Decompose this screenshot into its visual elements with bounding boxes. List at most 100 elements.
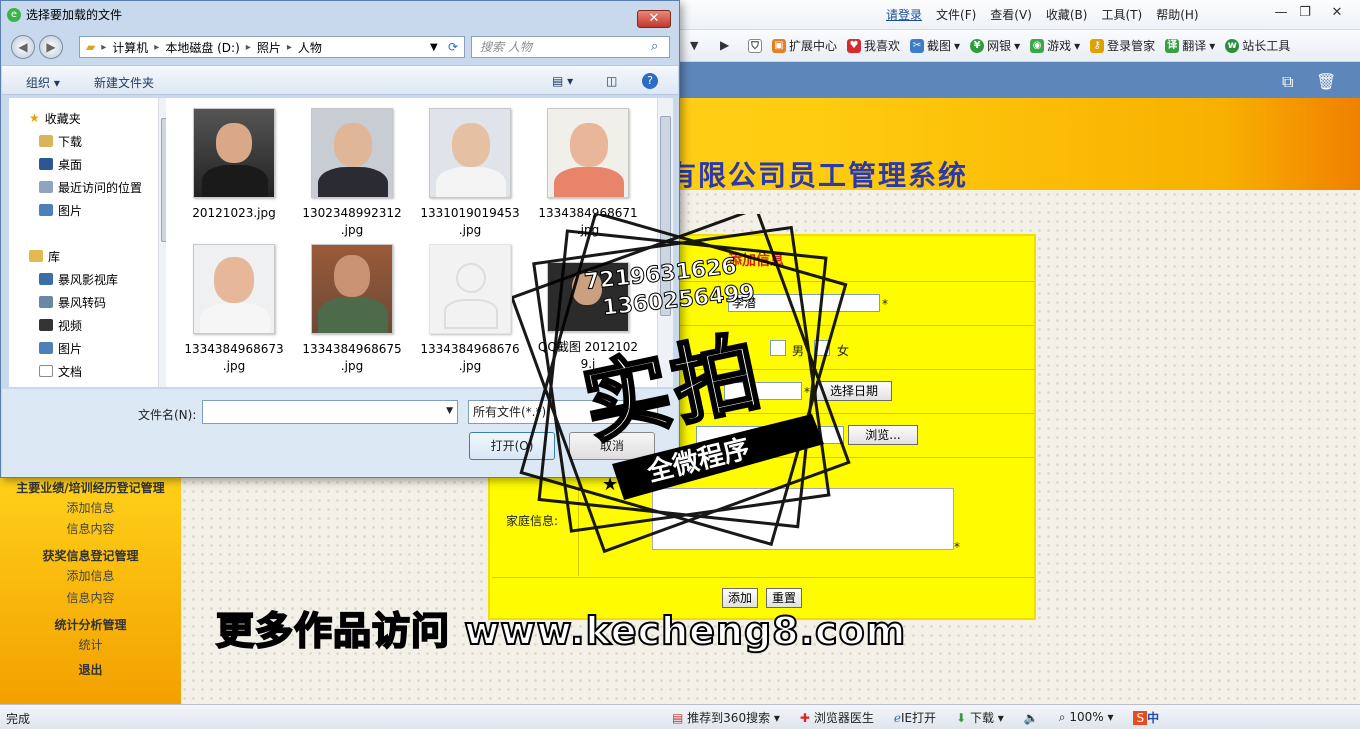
- search-input[interactable]: 搜索 人物: [471, 36, 670, 58]
- new-folder-button[interactable]: 新建文件夹: [94, 74, 154, 91]
- file-type-select[interactable]: 所有文件(*.*): [468, 400, 658, 424]
- zoom-icon: ⌕: [1058, 710, 1066, 724]
- recommend-360-button[interactable]: ▤ 推荐到360搜索 ▾: [672, 709, 780, 726]
- photo-thumbnail: [547, 108, 629, 198]
- breadcrumb-computer[interactable]: 计算机: [112, 39, 148, 56]
- recent-places-icon: [39, 181, 53, 193]
- breadcrumb-people[interactable]: 人物: [298, 39, 322, 56]
- browser-doctor-button[interactable]: ✚ 浏览器医生: [800, 709, 874, 726]
- dialog-close-button[interactable]: ✕: [637, 10, 671, 28]
- file-item[interactable]: 1331019019453 .jpg: [415, 108, 525, 239]
- preview-pane-icon[interactable]: ◫: [606, 74, 617, 88]
- forward-icon[interactable]: ▶: [39, 35, 63, 59]
- maximize-icon[interactable]: ❐: [1292, 4, 1318, 22]
- chevron-down-icon[interactable]: ▼: [446, 406, 453, 416]
- view-options-icon[interactable]: ▤ ▾: [552, 74, 573, 88]
- nav-favorites[interactable]: ★ 收藏夹: [29, 108, 179, 128]
- download-button[interactable]: ⬇ 下载 ▾: [956, 709, 1004, 726]
- key-icon: ⚷: [1090, 38, 1105, 53]
- sidebar-item-add-info[interactable]: 添加信息: [0, 499, 181, 516]
- dialog-title: 选择要加载的文件: [26, 8, 123, 22]
- download-folder-icon: [39, 135, 53, 147]
- sidebar-section-awards: 获奖信息登记管理: [42, 549, 139, 563]
- refresh-icon[interactable]: ⟳: [448, 40, 458, 54]
- file-item[interactable]: 1334384968671 .jpg: [533, 108, 643, 239]
- ie-icon: ℯ: [893, 711, 901, 725]
- document-icon: [39, 365, 53, 377]
- close-icon[interactable]: ✕: [1324, 4, 1350, 22]
- filename-input[interactable]: ▼: [202, 400, 458, 424]
- dialog-command-bar: 组织 ▾ 新建文件夹 ▤ ▾ ◫ ?: [2, 65, 678, 95]
- back-icon[interactable]: ◀: [11, 35, 35, 59]
- sidebar-item-info-content[interactable]: 信息内容: [0, 520, 181, 537]
- toolbar-login-manager[interactable]: ⚷ 登录管家: [1090, 37, 1155, 54]
- menu-help[interactable]: 帮助(H): [1156, 6, 1198, 23]
- shield-icon[interactable]: ⛉: [748, 38, 762, 53]
- ie-open-button[interactable]: ℯIE打开: [894, 709, 936, 726]
- toolbar-screenshot[interactable]: ✂ 截图 ▾: [910, 37, 960, 54]
- file-item[interactable]: 1334384968673 .jpg: [179, 244, 289, 375]
- video-icon: [39, 319, 53, 331]
- chevron-down-icon[interactable]: ▼: [430, 42, 438, 53]
- toolbar-extension-center[interactable]: ▣ 扩展中心: [772, 37, 837, 54]
- required-mark: *: [882, 297, 888, 311]
- file-item[interactable]: 20121023.jpg: [179, 108, 289, 222]
- family-info-textarea[interactable]: [652, 488, 954, 550]
- webmaster-icon: w: [1225, 38, 1240, 53]
- menu-favorites[interactable]: 收藏(B): [1046, 6, 1088, 23]
- play-icon[interactable]: ▶: [720, 38, 729, 52]
- toolbar-translate[interactable]: 译翻译 ▾: [1165, 37, 1215, 54]
- toolbar-games[interactable]: ◉ 游戏 ▾: [1030, 37, 1080, 54]
- bank-icon: ¥: [970, 38, 985, 53]
- library-icon: [29, 250, 43, 262]
- choose-date-button[interactable]: 选择日期: [816, 381, 892, 401]
- toolbar-webmaster-tools[interactable]: w 站长工具: [1225, 37, 1290, 54]
- minimize-icon[interactable]: —: [1268, 4, 1294, 22]
- sidebar-item-add-award[interactable]: 添加信息: [0, 567, 181, 584]
- menu-file[interactable]: 文件(F): [936, 6, 976, 23]
- help-icon[interactable]: ?: [642, 73, 658, 89]
- birthdate-field[interactable]: [724, 382, 802, 400]
- login-link[interactable]: 请登录: [886, 6, 922, 23]
- extension-icon: ▣: [772, 38, 786, 53]
- organize-button[interactable]: 组织 ▾: [26, 74, 60, 91]
- gender-male-radio[interactable]: [770, 340, 786, 356]
- file-item[interactable]: 1334384968676 .jpg: [415, 244, 525, 375]
- browse-button[interactable]: 浏览...: [848, 425, 918, 445]
- sidebar-item-statistics[interactable]: 统计: [0, 636, 181, 653]
- file-list-scrollbar[interactable]: [657, 98, 673, 387]
- dropdown-arrow-icon[interactable]: ▼: [690, 39, 698, 52]
- sidebar-item-award-content[interactable]: 信息内容: [0, 589, 181, 606]
- address-bar[interactable]: ▰ ▸ 计算机 ▸ 本地磁盘 (D:) ▸ 照片 ▸ 人物 ▼ ⟳: [79, 36, 465, 58]
- browser-logo-icon: e: [7, 7, 21, 22]
- restore-tabs-icon[interactable]: ⧉: [1282, 72, 1293, 92]
- star-icon: ★: [29, 111, 40, 125]
- form-title: 添加信息: [728, 253, 784, 269]
- gender-female-radio[interactable]: [814, 340, 830, 356]
- toolbar-bank[interactable]: ¥ 网银 ▾: [970, 37, 1020, 54]
- heart-icon: ♥: [847, 38, 862, 53]
- breadcrumb-photos[interactable]: 照片: [257, 39, 281, 56]
- breadcrumb-drive[interactable]: 本地磁盘 (D:): [165, 39, 239, 56]
- sidebar-logout[interactable]: 退出: [0, 661, 181, 678]
- ime-indicator[interactable]: S中: [1133, 709, 1159, 726]
- required-mark: *: [804, 385, 810, 399]
- nav-libraries[interactable]: 库: [29, 246, 179, 266]
- navigation-pane: ★ 收藏夹 下载 桌面 最近访问的位置 图片 库 暴风影视库 暴风转码 视频 图片…: [9, 98, 172, 387]
- file-item[interactable]: 1334384968675 .jpg: [297, 244, 407, 375]
- file-open-dialog: e 选择要加载的文件 ✕ ◀ ▶ ▰ ▸ 计算机 ▸ 本地磁盘 (D:) ▸ 照…: [0, 0, 680, 478]
- cancel-button[interactable]: 取消: [569, 432, 655, 460]
- trash-icon[interactable]: 🗑: [1316, 72, 1336, 91]
- zoom-button[interactable]: ⌕ 100% ▾: [1059, 710, 1114, 725]
- file-item[interactable]: 1302348992312 .jpg: [297, 108, 407, 239]
- toolbar-like[interactable]: ♥ 我喜欢: [847, 37, 900, 54]
- menu-view[interactable]: 查看(V): [990, 6, 1032, 23]
- filename-label: 文件名(N):: [138, 408, 197, 422]
- search-icon[interactable]: ⌕: [651, 39, 658, 54]
- photo-path-field[interactable]: [696, 426, 844, 444]
- name-field[interactable]: 李潜: [728, 294, 880, 312]
- menu-tools[interactable]: 工具(T): [1101, 6, 1142, 23]
- volume-icon[interactable]: 🔈: [1024, 711, 1039, 725]
- file-item[interactable]: QQ截图 2012102 9.j: [533, 244, 643, 373]
- open-button[interactable]: 打开(O): [469, 432, 555, 460]
